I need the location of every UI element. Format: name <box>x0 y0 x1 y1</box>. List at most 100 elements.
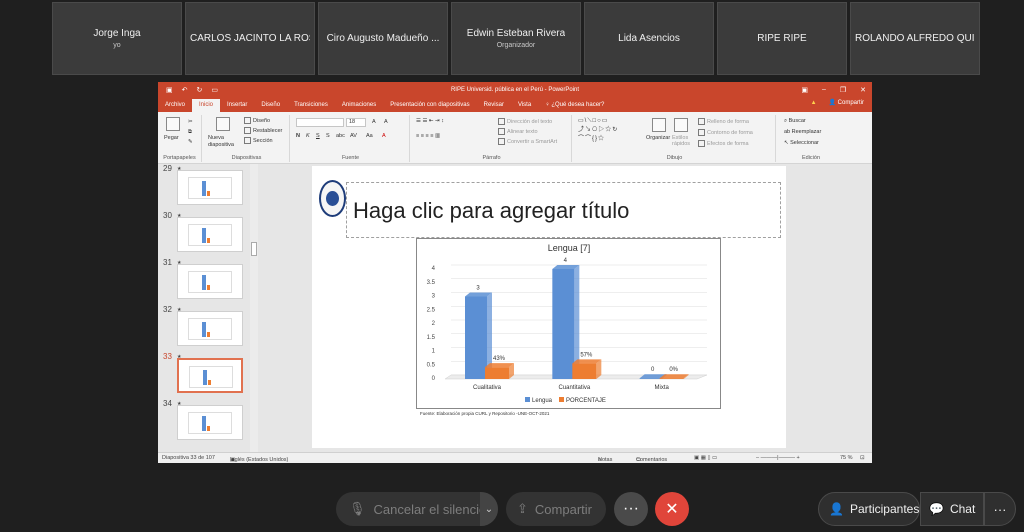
new-slide-icon[interactable] <box>216 117 230 131</box>
participant-tile[interactable]: Jorge Inga yo <box>52 2 182 75</box>
zoom-slider[interactable]: – ———|——— + <box>756 455 800 461</box>
cut-icon[interactable]: ✂ <box>188 119 193 125</box>
chart-bar-lengua <box>465 296 487 379</box>
share-button[interactable]: 👤 Compartir <box>829 99 864 106</box>
paste-icon[interactable] <box>166 117 180 131</box>
y-tick-label: 4 <box>432 266 436 272</box>
quick-styles-button[interactable]: Estilos rápidos <box>672 135 694 147</box>
select-button[interactable]: ↖ Seleccionar <box>784 140 819 146</box>
shadow-icon[interactable]: S <box>326 133 330 139</box>
case-icon[interactable]: Aa <box>366 133 373 139</box>
thumbnail-scrollbar[interactable] <box>250 164 258 452</box>
group-clipboard: Pegar ✂ ⧉ ✎ Portapapeles <box>158 115 202 162</box>
slide-canvas[interactable]: Haga clic para agregar título Lengua [7]… <box>312 166 786 448</box>
align-icons[interactable]: ≡ ≡ ≡ ≡ ▥ <box>416 133 440 139</box>
leave-meeting-button[interactable]: ✕ <box>655 492 689 526</box>
view-buttons[interactable]: ▣ ▦ ▯ ▭ <box>694 455 717 461</box>
share-content-button[interactable]: ⇪ Compartir <box>506 492 606 526</box>
format-painter-icon[interactable]: ✎ <box>188 139 193 145</box>
find-button[interactable]: ⌕ Buscar <box>784 118 806 125</box>
y-tick-label: 0.5 <box>427 362 436 368</box>
tell-me-label: ¿Qué desea hacer? <box>551 102 605 108</box>
text-direction-button[interactable]: Dirección del texto <box>498 118 552 125</box>
paste-button[interactable]: Pegar <box>164 135 179 141</box>
tab-diseno[interactable]: Diseño <box>254 99 287 112</box>
quick-styles-icon[interactable] <box>674 118 688 132</box>
underline-icon[interactable]: S <box>316 133 320 139</box>
tab-vista[interactable]: Vista <box>511 99 538 112</box>
participant-tile[interactable]: RIPE RIPE <box>717 2 847 75</box>
ellipsis-icon: ··· <box>623 500 639 517</box>
reset-button[interactable]: Restablecer <box>244 127 282 134</box>
slide-scrollbar[interactable] <box>860 164 872 452</box>
tab-inicio[interactable]: Inicio <box>192 99 221 112</box>
shape-fill-button[interactable]: Relleno de forma <box>698 118 749 125</box>
grow-font-icon[interactable]: A <box>372 119 376 125</box>
participant-tile[interactable]: Edwin Esteban Rivera Organizador <box>451 2 581 75</box>
font-name-input[interactable] <box>296 118 344 127</box>
close-icon[interactable]: ✕ <box>860 86 866 94</box>
shape-effects-button[interactable]: Efectos de forma <box>698 140 749 147</box>
layout-icon <box>244 117 251 124</box>
tell-me-search[interactable]: ♀ ¿Qué desea hacer? <box>538 99 611 112</box>
strikethrough-icon[interactable]: abc <box>336 133 345 139</box>
arrange-button[interactable]: Organizar <box>646 135 670 141</box>
thumbnail-slide[interactable]: 32 ★ <box>160 305 256 346</box>
align-text-button[interactable]: Alinear texto <box>498 128 538 135</box>
tab-revisar[interactable]: Revisar <box>477 99 511 112</box>
arrange-icon[interactable] <box>652 118 666 132</box>
maximize-icon[interactable]: ❐ <box>840 86 846 94</box>
participant-tile[interactable]: Ciro Augusto Madueño ... <box>318 2 448 75</box>
participant-tile[interactable]: Lida Asencios <box>584 2 714 75</box>
thumbnail-slide[interactable]: 30 ★ <box>160 211 256 252</box>
tab-archivo[interactable]: Archivo <box>158 99 192 112</box>
font-color-icon[interactable]: A <box>382 133 386 139</box>
thumbnail-slide[interactable]: 34 ★ <box>160 399 256 440</box>
tab-insertar[interactable]: Insertar <box>220 99 254 112</box>
smartart-icon <box>498 138 505 145</box>
more-options-button[interactable]: ··· <box>614 492 648 526</box>
tab-animaciones[interactable]: Animaciones <box>335 99 383 112</box>
thumbnail-number: 31 <box>163 258 172 267</box>
tab-presentacion[interactable]: Presentación con diapositivas <box>383 99 476 112</box>
new-slide-button[interactable]: Nueva diapositiva <box>208 135 242 149</box>
scroll-thumb[interactable] <box>251 242 257 256</box>
title-placeholder[interactable]: Haga clic para agregar título <box>346 182 781 238</box>
thumbnail-slide-selected[interactable]: 33 ★ <box>160 352 256 393</box>
participants-button[interactable]: 👤 Participantes <box>818 492 920 526</box>
layout-button[interactable]: Diseño <box>244 117 270 124</box>
participant-tile[interactable]: ROLANDO ALFREDO QUI... <box>850 2 980 75</box>
thumbnail-slide[interactable]: 31 ★ <box>160 258 256 299</box>
participant-tile[interactable]: CARLOS JACINTO LA ROS... <box>185 2 315 75</box>
minimize-icon[interactable]: – <box>822 86 826 94</box>
chart[interactable]: Lengua [7] 0 0.5 1 1.5 2 2.5 3 3.5 4 3 43% Cualitati… <box>416 238 721 409</box>
data-label: 0% <box>669 367 678 373</box>
copy-icon[interactable]: ⧉ <box>188 129 192 136</box>
bold-icon[interactable]: N <box>296 133 300 139</box>
section-button[interactable]: Sección <box>244 137 273 144</box>
italic-icon[interactable]: K <box>306 133 310 139</box>
replace-button[interactable]: ab Reemplazar <box>784 129 821 135</box>
chat-button[interactable]: 💬 Chat <box>920 492 984 526</box>
more-panel-button[interactable]: ··· <box>984 492 1016 526</box>
shrink-font-icon[interactable]: A <box>384 119 388 125</box>
group-label: Portapapeles <box>163 155 196 161</box>
convert-smartart-button[interactable]: Convertir a SmartArt <box>498 138 557 145</box>
audio-options-chevron[interactable]: ⌄ <box>480 492 498 526</box>
slide-info: Diapositiva 33 de 107 <box>162 455 215 461</box>
zoom-level[interactable]: 75 % <box>840 455 853 461</box>
x-tick-label: Cualitativa <box>473 385 502 391</box>
x-tick-label: Mixta <box>654 385 669 391</box>
fit-slide-icon[interactable]: ⊡ <box>860 455 865 461</box>
thumbnail-slide[interactable]: 29 ★ <box>160 164 256 205</box>
warning-icon[interactable]: ▲ <box>811 100 817 106</box>
spacing-icon[interactable]: AV <box>350 133 357 139</box>
font-size-input[interactable]: 18 <box>346 118 366 127</box>
shape-outline-button[interactable]: Contorno de forma <box>698 129 753 136</box>
tab-transiciones[interactable]: Transiciones <box>287 99 335 112</box>
bullets-icon[interactable]: ☰ ☰ ⇤ ⇥ ↕ <box>416 118 444 124</box>
ribbon-options-icon[interactable]: ▣ <box>801 86 808 94</box>
shapes-gallery[interactable]: ▭\⟍□○▭ ⤴↘⎔▷☆↻ ⌒⌒{}☆ <box>578 117 618 144</box>
text-direction-label: Dirección del texto <box>507 118 553 125</box>
unmute-button[interactable]: 🎙 Cancelar el silencio <box>336 492 498 526</box>
